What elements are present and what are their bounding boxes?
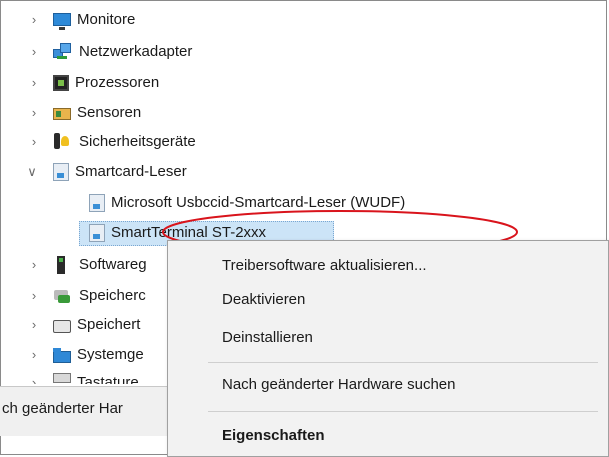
tree-item-label: Smartcard-Leser bbox=[75, 163, 187, 180]
chevron-right-icon[interactable]: › bbox=[27, 283, 41, 309]
menu-separator bbox=[208, 411, 598, 412]
chevron-right-icon[interactable]: › bbox=[27, 129, 41, 155]
tree-item-label: Softwareg bbox=[79, 256, 147, 273]
storage-controller-icon bbox=[53, 287, 73, 305]
context-menu: Treibersoftware aktualisieren... Deaktiv… bbox=[167, 240, 609, 457]
tree-item-label: Speichert bbox=[77, 316, 141, 333]
tree-item-label: Netzwerkadapter bbox=[79, 43, 193, 60]
network-adapter-icon bbox=[53, 43, 73, 61]
chevron-right-icon[interactable]: › bbox=[27, 342, 41, 368]
chevron-right-icon[interactable]: › bbox=[27, 70, 41, 96]
tree-item-label: Tastature bbox=[77, 374, 139, 384]
software-device-icon bbox=[57, 256, 65, 274]
menu-item-update-driver[interactable]: Treibersoftware aktualisieren... bbox=[222, 253, 427, 279]
smartcard-reader-icon bbox=[89, 224, 105, 242]
tree-item-microsoft-usbccid[interactable]: Microsoft Usbccid-Smartcard-Leser (WUDF) bbox=[89, 190, 405, 216]
tree-item-systemgeraete[interactable]: › Systemge bbox=[27, 342, 144, 368]
chevron-right-icon[interactable]: › bbox=[27, 252, 41, 278]
menu-item-scan-hardware[interactable]: Nach geänderter Hardware suchen bbox=[222, 372, 455, 398]
menu-item-uninstall[interactable]: Deinstallieren bbox=[222, 325, 313, 351]
tree-item-sicherheitsgeraete[interactable]: › Sicherheitsgeräte bbox=[27, 129, 196, 155]
tree-item-label: Speicherc bbox=[79, 287, 146, 304]
tree-item-monitore[interactable]: › Monitore bbox=[27, 7, 135, 33]
menu-item-disable[interactable]: Deaktivieren bbox=[222, 287, 305, 313]
chevron-down-icon[interactable]: ∨ bbox=[25, 159, 39, 185]
sensor-icon bbox=[53, 108, 71, 120]
storage-volume-icon bbox=[53, 319, 71, 333]
tree-item-label: Sensoren bbox=[77, 104, 142, 121]
monitor-icon bbox=[53, 12, 71, 30]
tree-item-smartcard-leser[interactable]: ∨ Smartcard-Leser bbox=[25, 159, 187, 185]
chevron-right-icon[interactable]: › bbox=[27, 370, 41, 384]
tree-item-label: Monitore bbox=[77, 11, 136, 28]
keyboard-icon bbox=[53, 373, 71, 383]
tree-item-label: Systemge bbox=[77, 346, 144, 363]
tree-item-label: Sicherheitsgeräte bbox=[79, 133, 196, 150]
smartcard-reader-icon bbox=[53, 163, 69, 181]
smartcard-reader-icon bbox=[89, 194, 105, 212]
status-bar: ch geänderter Har bbox=[0, 386, 168, 436]
processor-icon bbox=[53, 75, 69, 91]
menu-separator bbox=[208, 362, 598, 363]
tree-item-speichertechnologie[interactable]: › Speichert bbox=[27, 312, 141, 338]
tree-item-softwaregeraete[interactable]: › Softwareg bbox=[27, 252, 147, 278]
system-device-icon bbox=[53, 348, 71, 363]
tree-item-label: Prozessoren bbox=[75, 74, 160, 91]
tree-item-label: Microsoft Usbccid-Smartcard-Leser (WUDF) bbox=[111, 194, 406, 211]
security-device-icon bbox=[53, 133, 73, 151]
chevron-right-icon[interactable]: › bbox=[27, 7, 41, 33]
tree-item-netzwerkadapter[interactable]: › Netzwerkadapter bbox=[27, 39, 192, 65]
tree-item-sensoren[interactable]: › Sensoren bbox=[27, 100, 141, 126]
status-text: ch geänderter Har bbox=[2, 400, 123, 417]
chevron-right-icon[interactable]: › bbox=[27, 312, 41, 338]
chevron-right-icon[interactable]: › bbox=[27, 100, 41, 126]
tree-item-tastaturen[interactable]: › Tastature bbox=[27, 370, 139, 384]
chevron-right-icon[interactable]: › bbox=[27, 39, 41, 65]
menu-item-properties[interactable]: Eigenschaften bbox=[222, 423, 325, 449]
tree-item-speichercontroller[interactable]: › Speicherc bbox=[27, 283, 146, 309]
tree-item-prozessoren[interactable]: › Prozessoren bbox=[27, 70, 159, 96]
